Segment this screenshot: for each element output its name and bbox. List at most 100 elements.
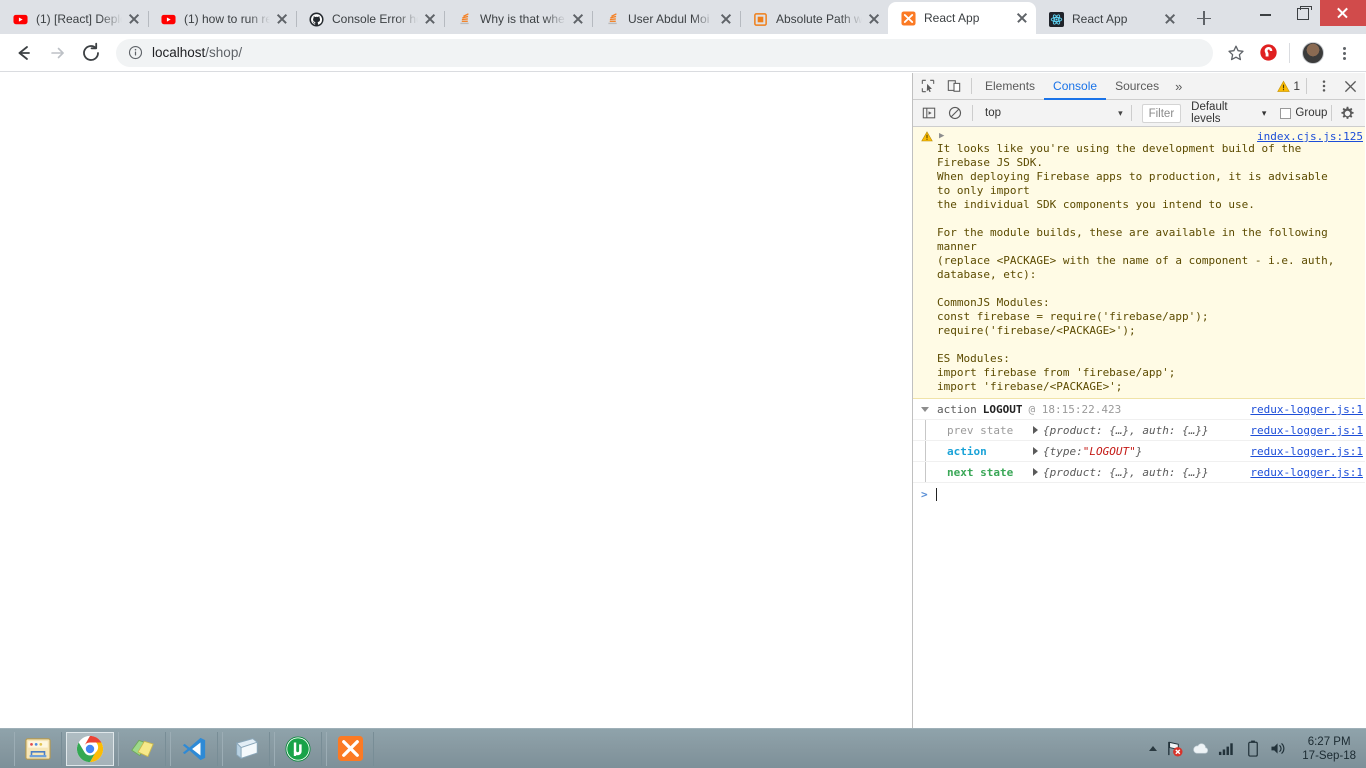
tab-close-icon[interactable] <box>126 11 142 27</box>
console-log-group: action LOGOUT @ 18:15:22.423 redux-logge… <box>913 399 1365 483</box>
react-icon <box>1048 11 1064 27</box>
onedrive-cloud-icon[interactable] <box>1192 740 1209 757</box>
browser-tab-active[interactable]: React App <box>888 2 1036 34</box>
collapse-arrow-icon[interactable] <box>921 406 929 412</box>
tab-close-icon[interactable] <box>422 11 438 27</box>
address-bar[interactable]: localhost/shop/ <box>116 38 1213 67</box>
avatar[interactable] <box>1302 41 1324 64</box>
network-flag-error-icon[interactable] <box>1166 740 1183 757</box>
xampp-icon[interactable] <box>326 731 374 766</box>
source-link[interactable]: index.cjs.js:125 <box>1257 130 1363 143</box>
group-action-name: LOGOUT <box>982 402 1023 416</box>
inspect-element-icon[interactable] <box>915 74 941 99</box>
file-explorer-icon[interactable] <box>14 731 62 766</box>
devtools-more-options[interactable] <box>1311 74 1337 99</box>
google-chrome-icon[interactable] <box>66 731 114 766</box>
tab-close-icon[interactable] <box>570 11 586 27</box>
log-row-prev-state[interactable]: prev state {product: {…}, auth: {…}} red… <box>913 420 1365 441</box>
battery-icon[interactable] <box>1244 740 1261 757</box>
star-icon[interactable] <box>1221 38 1251 68</box>
console-filter-input[interactable]: Filter <box>1141 103 1182 123</box>
clear-console-icon[interactable] <box>942 101 968 126</box>
clock-date: 17-Sep-18 <box>1302 749 1356 762</box>
warning-triangle-icon <box>1277 80 1291 93</box>
expand-arrow-icon[interactable] <box>1033 468 1038 476</box>
reload-button[interactable] <box>76 38 106 68</box>
window-controls <box>1248 0 1366 26</box>
maximize-button[interactable] <box>1284 0 1320 26</box>
log-row-action[interactable]: action {type: "LOGOUT"} redux-logger.js:… <box>913 441 1365 462</box>
tab-sources[interactable]: Sources <box>1106 73 1168 100</box>
divider <box>1306 78 1307 94</box>
row-label: action <box>947 444 987 458</box>
clock[interactable]: 6:27 PM 17-Sep-18 <box>1302 735 1356 763</box>
source-link[interactable]: redux-logger.js:1 <box>1250 445 1363 458</box>
console-warning-message[interactable]: ▶ index.cjs.js:125 It looks like you're … <box>913 127 1365 399</box>
expand-arrow-icon[interactable]: ▶ <box>939 130 949 142</box>
clock-time: 6:27 PM <box>1307 735 1351 748</box>
tab-strip: (1) [React] Deplo (1) how to run re Cons… <box>0 0 1366 34</box>
page-viewport[interactable] <box>0 73 913 728</box>
tab-close-icon[interactable] <box>274 11 290 27</box>
tab-close-icon[interactable] <box>1014 10 1030 26</box>
new-tab-button[interactable] <box>1190 4 1218 32</box>
forward-button[interactable] <box>42 38 72 68</box>
warning-count[interactable]: 1 <box>1277 79 1302 93</box>
devtools-tabbar: Elements Console Sources » 1 <box>913 73 1365 100</box>
row-value-end: } <box>1135 444 1143 458</box>
expand-arrow-icon[interactable] <box>1033 447 1038 455</box>
devtools-close[interactable] <box>1337 74 1363 99</box>
signal-bars-icon[interactable] <box>1218 740 1235 757</box>
source-link[interactable]: redux-logger.js:1 <box>1250 403 1363 416</box>
browser-tab[interactable]: (1) [React] Deplo <box>0 4 148 34</box>
tab-title: (1) how to run re <box>184 12 270 26</box>
checkbox-box[interactable] <box>1280 107 1292 119</box>
browser-tab[interactable]: Why is that whe <box>444 4 592 34</box>
chevron-down-icon: ▾ <box>1118 107 1123 118</box>
tab-title: User Abdul Moi <box>628 12 710 26</box>
divider <box>1130 105 1132 121</box>
divider <box>971 78 972 94</box>
source-link[interactable]: redux-logger.js:1 <box>1250 466 1363 479</box>
tab-close-icon[interactable] <box>1162 11 1178 27</box>
log-group-header[interactable]: action LOGOUT @ 18:15:22.423 redux-logge… <box>913 399 1365 420</box>
console-sidebar-icon[interactable] <box>916 101 942 126</box>
warning-text: It looks like you're using the developme… <box>937 142 1335 393</box>
volume-icon[interactable] <box>1270 740 1287 757</box>
vs-code-icon[interactable] <box>170 731 218 766</box>
youtube-icon <box>12 11 28 27</box>
minimize-button[interactable] <box>1248 0 1284 26</box>
browser-tab[interactable]: Console Error ho <box>296 4 444 34</box>
close-button[interactable] <box>1320 0 1366 26</box>
browser-tab[interactable]: React App <box>1036 4 1184 34</box>
console-output[interactable]: ▶ index.cjs.js:125 It looks like you're … <box>913 127 1365 728</box>
three-dot-menu[interactable] <box>1330 38 1358 68</box>
tab-close-icon[interactable] <box>866 11 882 27</box>
chevron-down-icon: ▾ <box>1261 107 1267 118</box>
log-row-next-state[interactable]: next state {product: {…}, auth: {…}} red… <box>913 462 1365 483</box>
console-prompt[interactable]: > <box>913 483 1365 505</box>
warning-triangle-icon <box>921 131 933 142</box>
settings-gear-icon[interactable] <box>1336 102 1358 124</box>
back-button[interactable] <box>8 38 38 68</box>
console-context-select[interactable]: top ▾ <box>979 104 1127 123</box>
extension-icon[interactable] <box>1253 38 1283 68</box>
utorrent-icon[interactable] <box>274 731 322 766</box>
more-tabs-button[interactable]: » <box>1168 75 1189 98</box>
sticky-notes-icon[interactable] <box>118 731 166 766</box>
show-hidden-icons-caret[interactable] <box>1149 746 1158 751</box>
tab-console[interactable]: Console <box>1044 73 1106 100</box>
console-levels-select[interactable]: Default levels ▾ <box>1187 101 1270 125</box>
divider <box>1331 105 1333 121</box>
source-link[interactable]: redux-logger.js:1 <box>1250 424 1363 437</box>
device-toolbar-icon[interactable] <box>941 74 967 99</box>
info-icon[interactable] <box>128 45 143 60</box>
browser-tab[interactable]: Absolute Path w <box>740 4 888 34</box>
group-similar-checkbox[interactable]: Group <box>1280 107 1327 119</box>
expand-arrow-icon[interactable] <box>1033 426 1038 434</box>
tab-close-icon[interactable] <box>718 11 734 27</box>
browser-tab[interactable]: (1) how to run re <box>148 4 296 34</box>
browser-tab[interactable]: User Abdul Moi <box>592 4 740 34</box>
tab-elements[interactable]: Elements <box>976 73 1044 100</box>
notepad-icon[interactable] <box>222 731 270 766</box>
